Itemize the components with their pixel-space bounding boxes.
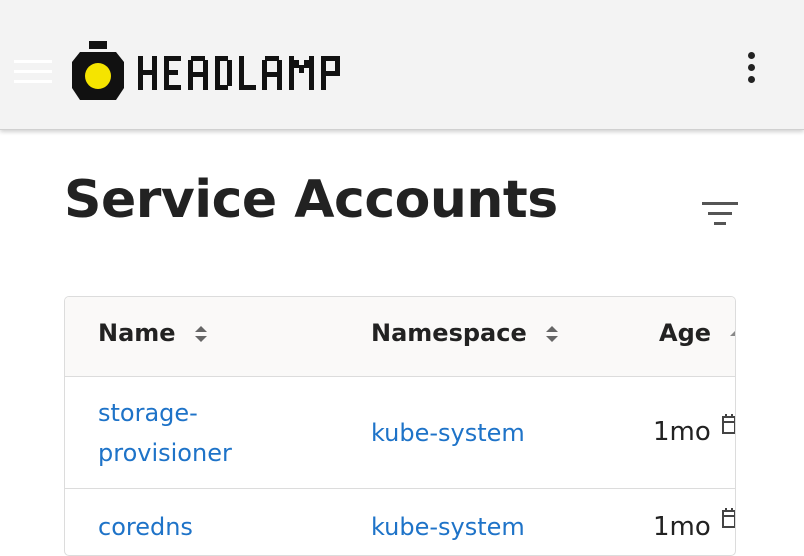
namespace-link[interactable]: kube-system xyxy=(371,507,525,547)
table-header: Name Namespace Age xyxy=(65,297,735,377)
headlamp-wordmark xyxy=(138,56,340,90)
headlamp-logo[interactable] xyxy=(72,38,362,104)
page-title: Service Accounts xyxy=(64,170,558,230)
age-value: 1mo xyxy=(653,512,711,542)
sort-icon xyxy=(194,326,207,342)
namespace-link[interactable]: kube-system xyxy=(371,413,525,453)
column-label: Namespace xyxy=(371,319,527,347)
age-value: 1mo xyxy=(653,417,711,447)
table-row: storage- provisioner kube-system 1mo xyxy=(65,377,735,489)
column-label: Name xyxy=(98,319,176,347)
hamburger-menu-icon[interactable] xyxy=(14,58,52,86)
link-text: storage- xyxy=(98,399,198,427)
service-account-name-link[interactable]: coredns xyxy=(98,507,193,547)
sort-icon xyxy=(546,326,559,342)
app-bar xyxy=(0,0,804,130)
calendar-icon xyxy=(722,508,735,528)
column-header-name[interactable]: Name xyxy=(98,319,208,347)
column-label: Age xyxy=(659,319,712,347)
calendar-icon xyxy=(722,414,735,434)
filter-list-icon[interactable] xyxy=(698,198,740,230)
lamp-icon xyxy=(72,41,124,100)
column-header-namespace[interactable]: Namespace xyxy=(371,319,559,347)
kebab-menu-icon[interactable] xyxy=(738,50,766,88)
service-account-name-link[interactable]: storage- provisioner xyxy=(98,393,232,473)
column-header-age[interactable]: Age xyxy=(659,319,735,347)
service-accounts-table: Name Namespace Age storage- provisioner … xyxy=(64,296,736,556)
table-row: coredns kube-system 1mo xyxy=(65,489,735,555)
link-text: provisioner xyxy=(98,439,232,467)
sort-ascending-icon xyxy=(730,331,735,336)
